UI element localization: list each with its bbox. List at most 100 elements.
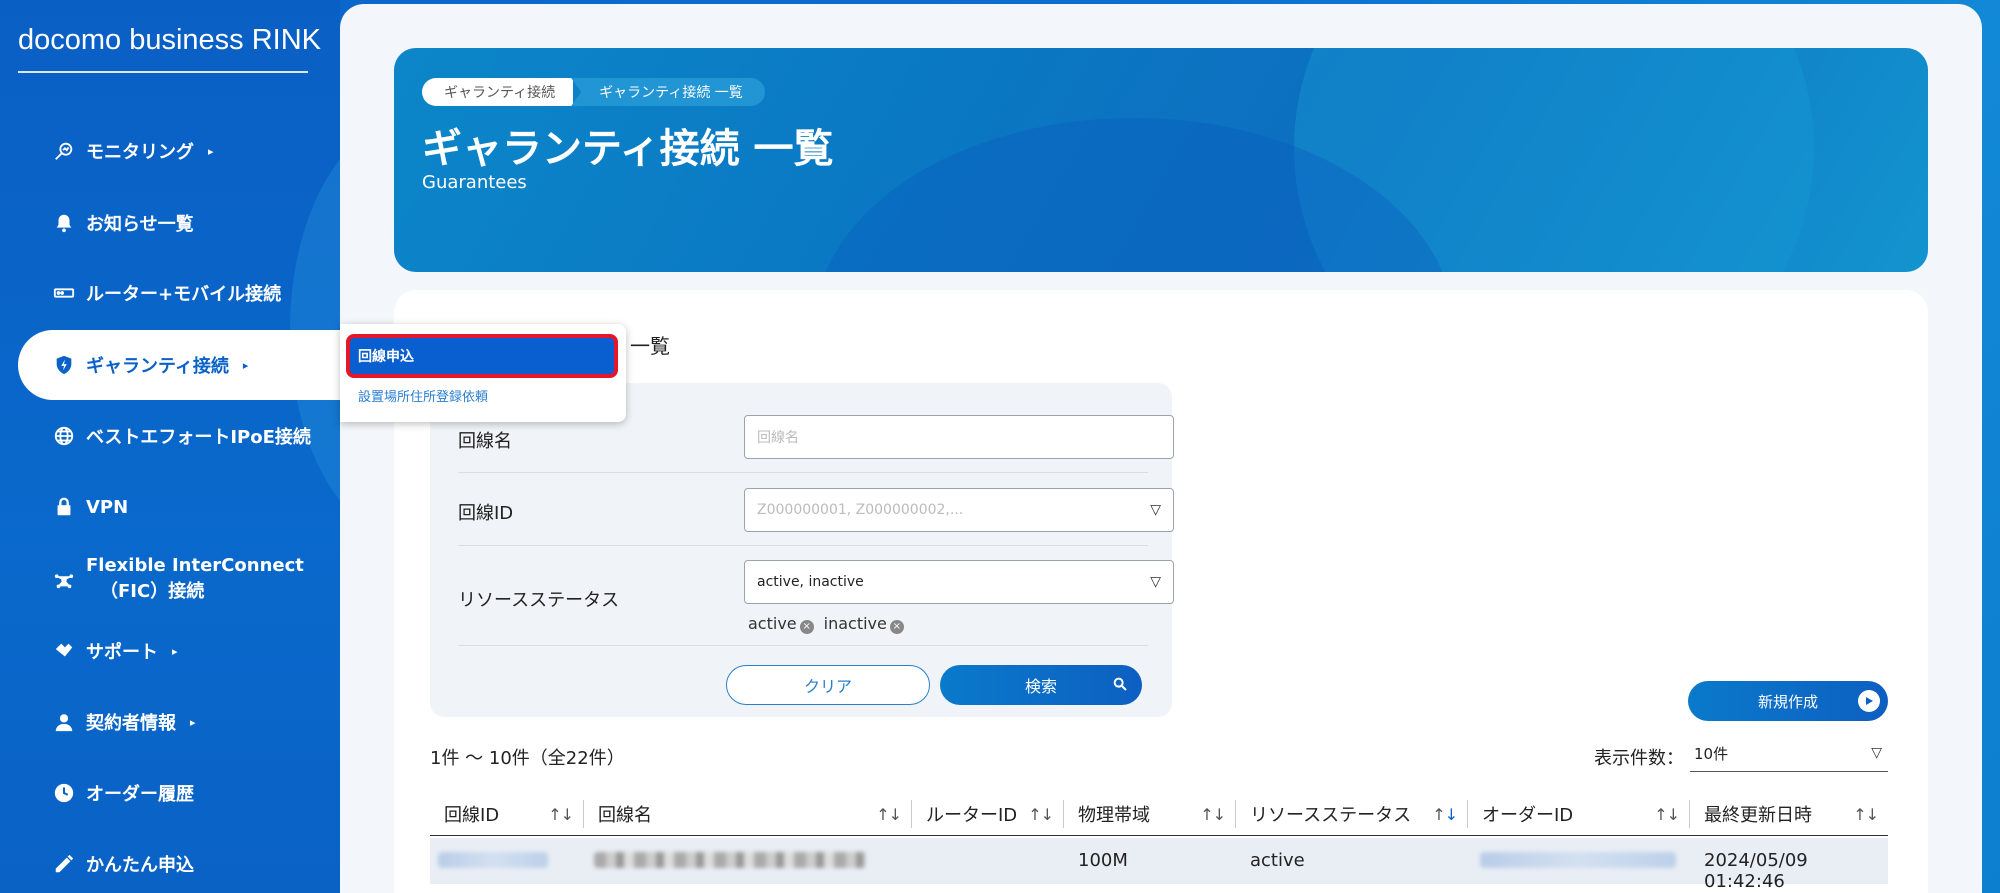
- chip-remove-icon[interactable]: ×: [889, 619, 904, 634]
- sidebar-item-router-mobile[interactable]: ルーター+モバイル接続: [18, 258, 340, 328]
- search-button-label: 検索: [1024, 677, 1057, 696]
- page-header-banner: ギャランティ接続 ギャランティ接続 一覧 ギャランティ接続 一覧 Guarant…: [394, 48, 1928, 272]
- sidebar-item-label: ベストエフォートIPoE接続: [86, 427, 311, 448]
- shield-bolt-icon: [52, 353, 76, 377]
- per-page-select[interactable]: 10件 ▽: [1690, 736, 1888, 772]
- cell-updated-at: 2024/05/09 01:42:46: [1704, 850, 1808, 892]
- lock-icon: [52, 495, 76, 519]
- col-line-id[interactable]: 回線ID ↑↓: [430, 800, 584, 828]
- clock-icon: [52, 781, 76, 805]
- chip-inactive: inactive ×: [824, 614, 904, 634]
- col-order-id[interactable]: オーダーID ↑↓: [1468, 800, 1690, 828]
- globe-icon: [52, 424, 76, 448]
- result-count: 1件 〜 10件（全22件）: [430, 748, 625, 769]
- sidebar-item-vpn[interactable]: VPN: [18, 472, 340, 542]
- search-icon: [1112, 676, 1128, 696]
- handshake-icon: [52, 639, 76, 663]
- cell-bandwidth: 100M: [1078, 850, 1128, 871]
- create-new-button[interactable]: 新規作成: [1688, 681, 1888, 721]
- per-page-label: 表示件数：: [1594, 748, 1684, 769]
- sidebar-item-label: かんたん申込: [86, 855, 194, 876]
- sidebar-item-monitoring[interactable]: モニタリング ▸: [18, 116, 340, 186]
- sidebar-item-guarantee[interactable]: ギャランティ接続 ▸: [18, 330, 340, 400]
- col-line-name[interactable]: 回線名 ↑↓: [584, 800, 912, 828]
- brand-logo-text[interactable]: docomo business RINK: [18, 24, 321, 73]
- network-icon: [52, 567, 76, 591]
- breadcrumb: ギャランティ接続 ギャランティ接続 一覧: [422, 78, 765, 106]
- sort-icon[interactable]: ↑↓: [1654, 805, 1680, 824]
- user-icon: [52, 710, 76, 734]
- caret-right-icon: ▸: [190, 715, 196, 729]
- page-subtitle: Guarantees: [422, 172, 527, 193]
- table-row[interactable]: 100M active 2024/05/09 01:42:46: [430, 838, 1888, 892]
- sort-icon[interactable]: ↑↓: [1028, 805, 1054, 824]
- edit-icon: [52, 852, 76, 876]
- sidebar-item-fic[interactable]: Flexible InterConnect （FIC）接続: [18, 546, 340, 612]
- sidebar-item-label: ルーター+モバイル接続: [86, 284, 282, 305]
- sidebar: docomo business RINK モニタリング ▸ お知らせ一覧 ルータ…: [0, 0, 340, 893]
- create-new-label: 新規作成: [1757, 692, 1818, 711]
- redacted-line-id[interactable]: [438, 852, 548, 868]
- status-chips: active × inactive ×: [748, 614, 904, 634]
- sidebar-item-label-line2: （FIC）接続: [100, 581, 205, 602]
- line-id-placeholder: Z000000001, Z000000002,...: [757, 502, 964, 518]
- col-updated-at[interactable]: 最終更新日時 ↑↓: [1690, 800, 1888, 828]
- submenu-item-address-registration[interactable]: 設置場所住所登録依頼: [358, 386, 488, 405]
- redacted-line-name: [594, 852, 866, 868]
- resource-status-select[interactable]: active, inactive ▽: [744, 560, 1174, 604]
- main-content: ギャランティ接続 ギャランティ接続 一覧 ギャランティ接続 一覧 Guarant…: [340, 4, 1982, 893]
- page-title: ギャランティ接続 一覧: [422, 126, 834, 172]
- sidebar-item-support[interactable]: サポート ▸: [18, 616, 340, 686]
- caret-right-icon: ▸: [242, 358, 249, 372]
- chip-remove-icon[interactable]: ×: [799, 619, 814, 634]
- sort-icon[interactable]: ↑↓: [876, 805, 902, 824]
- col-router-id[interactable]: ルーターID ↑↓: [912, 800, 1064, 828]
- dropdown-triangle-icon: ▽: [1150, 502, 1161, 518]
- sidebar-item-label: ギャランティ接続: [86, 356, 229, 377]
- clear-button[interactable]: クリア: [726, 665, 930, 705]
- section-title: 一覧: [630, 334, 670, 358]
- per-page-value: 10件: [1694, 745, 1729, 763]
- sidebar-item-label: お知らせ一覧: [86, 214, 194, 235]
- col-bandwidth[interactable]: 物理帯域 ↑↓: [1064, 800, 1236, 828]
- sidebar-item-label: VPN: [86, 496, 129, 518]
- submenu-item-line-application[interactable]: 回線申込: [346, 334, 618, 378]
- line-id-select[interactable]: Z000000001, Z000000002,... ▽: [744, 488, 1174, 532]
- sidebar-item-contractor[interactable]: 契約者情報 ▸: [18, 687, 340, 757]
- sort-icon[interactable]: ↑↓: [1853, 805, 1879, 824]
- cell-status: active: [1250, 850, 1305, 871]
- sidebar-item-label: モニタリング: [86, 142, 194, 163]
- monitoring-search-icon: [52, 139, 76, 163]
- search-button[interactable]: 検索: [940, 665, 1142, 705]
- sidebar-item-notices[interactable]: お知らせ一覧: [18, 188, 340, 258]
- sidebar-item-label: サポート: [86, 642, 158, 663]
- sidebar-item-easy-apply[interactable]: かんたん申込: [18, 829, 340, 893]
- filter-row-status: リソースステータス active, inactive ▽ active × ina…: [458, 546, 1174, 646]
- breadcrumb-item-current: ギャランティ接続 一覧: [571, 78, 765, 106]
- redacted-order-id: [1480, 852, 1676, 868]
- dropdown-triangle-icon: ▽: [1150, 574, 1161, 590]
- dropdown-triangle-icon: ▽: [1871, 745, 1882, 761]
- sidebar-item-best-effort[interactable]: ベストエフォートIPoE接続: [18, 401, 340, 471]
- col-resource-status[interactable]: リソースステータス ↑↓: [1236, 800, 1468, 828]
- breadcrumb-item-guarantee[interactable]: ギャランティ接続: [422, 78, 574, 106]
- sort-icon[interactable]: ↑↓: [548, 805, 574, 824]
- chip-active: active ×: [748, 614, 814, 634]
- caret-right-icon: ▸: [172, 644, 178, 658]
- sort-icon[interactable]: ↑↓: [1432, 805, 1458, 824]
- line-name-label: 回線名: [458, 431, 512, 452]
- sort-icon[interactable]: ↑↓: [1200, 805, 1226, 824]
- resource-status-value: active, inactive: [757, 574, 864, 590]
- sidebar-item-label: 契約者情報: [86, 713, 176, 734]
- caret-right-icon: ▸: [208, 144, 214, 158]
- guarantee-submenu: 回線申込 設置場所住所登録依頼: [340, 324, 626, 422]
- router-icon: [52, 281, 76, 305]
- play-circle-icon: [1858, 690, 1880, 712]
- sidebar-item-label: オーダー履歴: [86, 784, 194, 805]
- search-filter-panel: 回線名 回線名 回線ID Z000000001, Z000000002,... …: [430, 383, 1174, 717]
- filter-row-id: 回線ID Z000000001, Z000000002,... ▽: [458, 473, 1174, 546]
- bell-icon: [52, 211, 76, 235]
- line-name-input[interactable]: 回線名: [744, 415, 1174, 459]
- table-header: 回線ID ↑↓ 回線名 ↑↓ ルーターID ↑↓ 物理帯域 ↑↓ リソースステータス ↑↓…: [430, 792, 1888, 836]
- sidebar-item-order-history[interactable]: オーダー履歴: [18, 758, 340, 828]
